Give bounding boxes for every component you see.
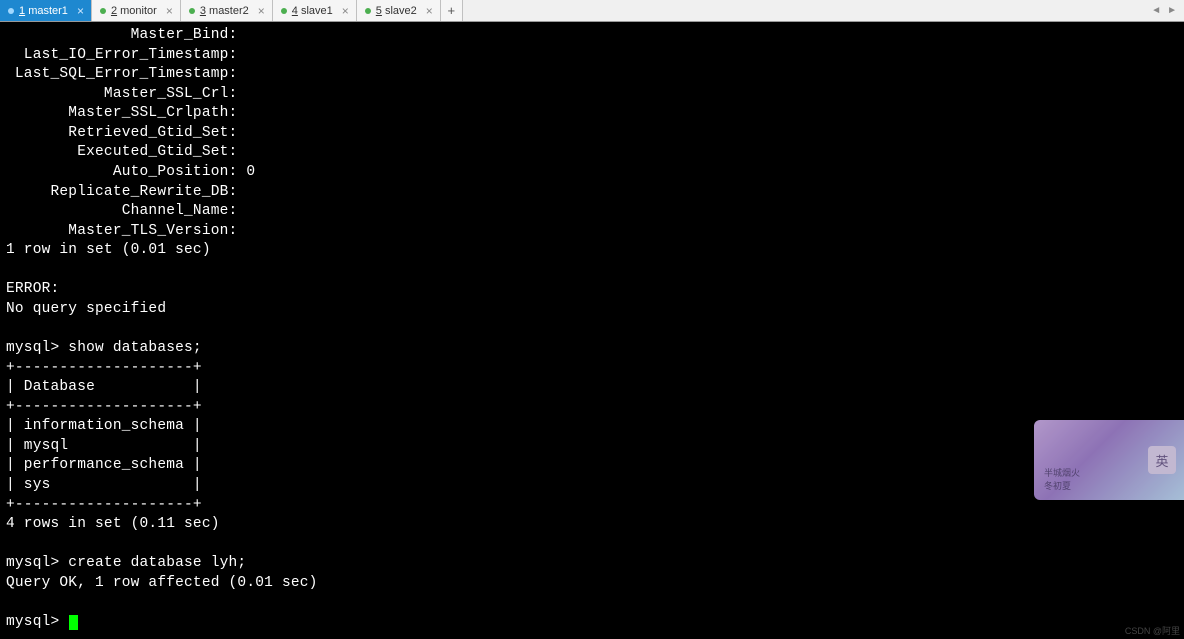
terminal-output[interactable]: Master_Bind: Last_IO_Error_Timestamp: La… — [0, 22, 1184, 636]
replication-status: Master_Bind: Last_IO_Error_Timestamp: La… — [6, 27, 255, 239]
status-dot-icon — [365, 8, 371, 14]
tab-label: 4 slave1 — [292, 5, 333, 17]
tab-label: 1 master1 — [19, 5, 68, 17]
mysql-prompt-create-database: mysql> create database lyh; — [6, 555, 246, 571]
tab-label: 5 slave2 — [376, 5, 417, 17]
tab-master2[interactable]: 3 master2 × — [181, 0, 273, 21]
status-dot-icon — [189, 8, 195, 14]
mysql-prompt-show-databases: mysql> show databases; — [6, 340, 202, 356]
tab-nav: ◄ ► — [1148, 5, 1184, 16]
status-dot-icon — [8, 8, 14, 14]
tab-master1[interactable]: 1 master1 × — [0, 0, 92, 21]
status-dot-icon — [281, 8, 287, 14]
error-label: ERROR: — [6, 281, 59, 297]
avatar-badge: 半城烟火冬初夏 英 — [1034, 420, 1184, 500]
tab-next-icon[interactable]: ► — [1164, 5, 1180, 16]
close-icon[interactable]: × — [163, 4, 176, 18]
tab-label: 3 master2 — [200, 5, 249, 17]
tab-monitor[interactable]: 2 monitor × — [92, 0, 181, 21]
close-icon[interactable]: × — [423, 4, 436, 18]
cursor-icon — [69, 615, 78, 630]
tab-prev-icon[interactable]: ◄ — [1148, 5, 1164, 16]
close-icon[interactable]: × — [339, 4, 352, 18]
databases-table: +--------------------+ | Database | +---… — [6, 360, 202, 513]
tab-slave2[interactable]: 5 slave2 × — [357, 0, 441, 21]
add-tab-button[interactable]: + — [441, 0, 463, 21]
ime-indicator[interactable]: 英 — [1148, 446, 1176, 474]
tab-bar: 1 master1 × 2 monitor × 3 master2 × 4 sl… — [0, 0, 1184, 22]
rows-in-set: 1 row in set (0.01 sec) — [6, 242, 211, 258]
badge-text: 半城烟火冬初夏 — [1044, 466, 1080, 492]
tab-label: 2 monitor — [111, 5, 157, 17]
close-icon[interactable]: × — [74, 4, 87, 18]
mysql-prompt: mysql> — [6, 614, 68, 630]
status-dot-icon — [100, 8, 106, 14]
watermark: CSDN @阿里 — [1125, 624, 1180, 637]
tab-slave1[interactable]: 4 slave1 × — [273, 0, 357, 21]
rows-in-set: 4 rows in set (0.11 sec) — [6, 516, 220, 532]
close-icon[interactable]: × — [255, 4, 268, 18]
query-ok: Query OK, 1 row affected (0.01 sec) — [6, 575, 318, 591]
error-message: No query specified — [6, 301, 166, 317]
